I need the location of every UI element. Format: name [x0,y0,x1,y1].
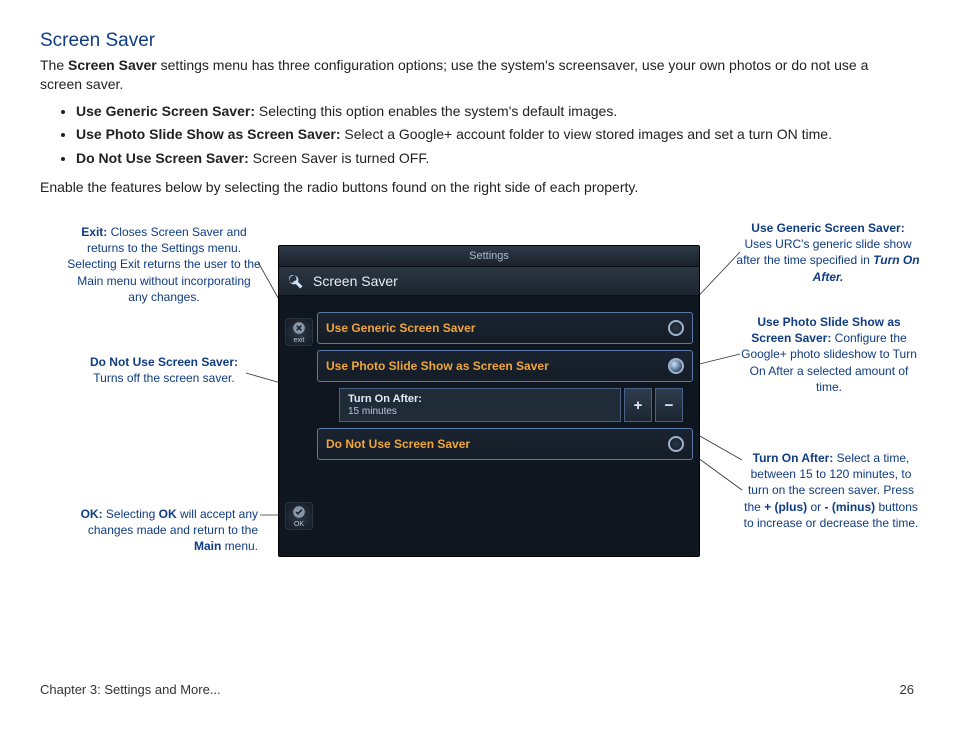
exit-button[interactable]: exit [285,318,313,346]
row-donot-label: Do Not Use Screen Saver [326,437,470,451]
intro-paragraph: The Screen Saver settings menu has three… [40,56,914,94]
turn-on-after-row: Turn On After: 15 minutes + − [339,388,683,422]
page-footer: Chapter 3: Settings and More... 26 [40,682,914,697]
callout-turn-on: Turn On After: Select a time, between 15… [740,450,922,531]
turn-on-label: Turn On After: [348,393,612,405]
radio-generic[interactable] [668,320,684,336]
options-list: Use Generic Screen Saver: Selecting this… [76,102,914,169]
ok-label: OK [294,521,304,528]
plus-button[interactable]: + [624,388,652,422]
row-photo-slideshow[interactable]: Use Photo Slide Show as Screen Saver [317,350,693,382]
device-titlebar: Settings [279,246,699,267]
check-icon [291,504,307,520]
radio-donot[interactable] [668,436,684,452]
row-do-not-use[interactable]: Do Not Use Screen Saver [317,428,693,460]
footer-chapter: Chapter 3: Settings and More... [40,682,221,697]
callout-do-not-use: Do Not Use Screen Saver: Turns off the s… [84,354,244,386]
close-icon [291,320,307,336]
callout-ok: OK: Selecting OK will accept any changes… [70,506,258,555]
callout-photo: Use Photo Slide Show as Screen Saver: Co… [738,314,920,395]
callout-generic: Use Generic Screen Saver: Uses URC's gen… [736,220,920,285]
turn-on-value: 15 minutes [348,406,612,417]
callout-exit: Exit: Closes Screen Saver and returns to… [66,224,262,305]
device-screenshot: Settings Screen Saver exit OK Use Generi… [278,245,700,557]
enable-text: Enable the features below by selecting t… [40,179,914,195]
row-photo-label: Use Photo Slide Show as Screen Saver [326,359,549,373]
page-title: Screen Saver [40,30,914,52]
minus-button[interactable]: − [655,388,683,422]
radio-photo[interactable] [668,358,684,374]
device-header-label: Screen Saver [313,273,398,289]
ok-button[interactable]: OK [285,502,313,530]
footer-page-number: 26 [900,682,914,697]
row-generic-label: Use Generic Screen Saver [326,321,475,335]
row-generic-screensaver[interactable]: Use Generic Screen Saver [317,312,693,344]
exit-label: exit [294,337,305,344]
turn-on-after-display: Turn On After: 15 minutes [339,388,621,422]
wrench-icon [285,271,305,291]
device-header: Screen Saver [279,267,699,296]
